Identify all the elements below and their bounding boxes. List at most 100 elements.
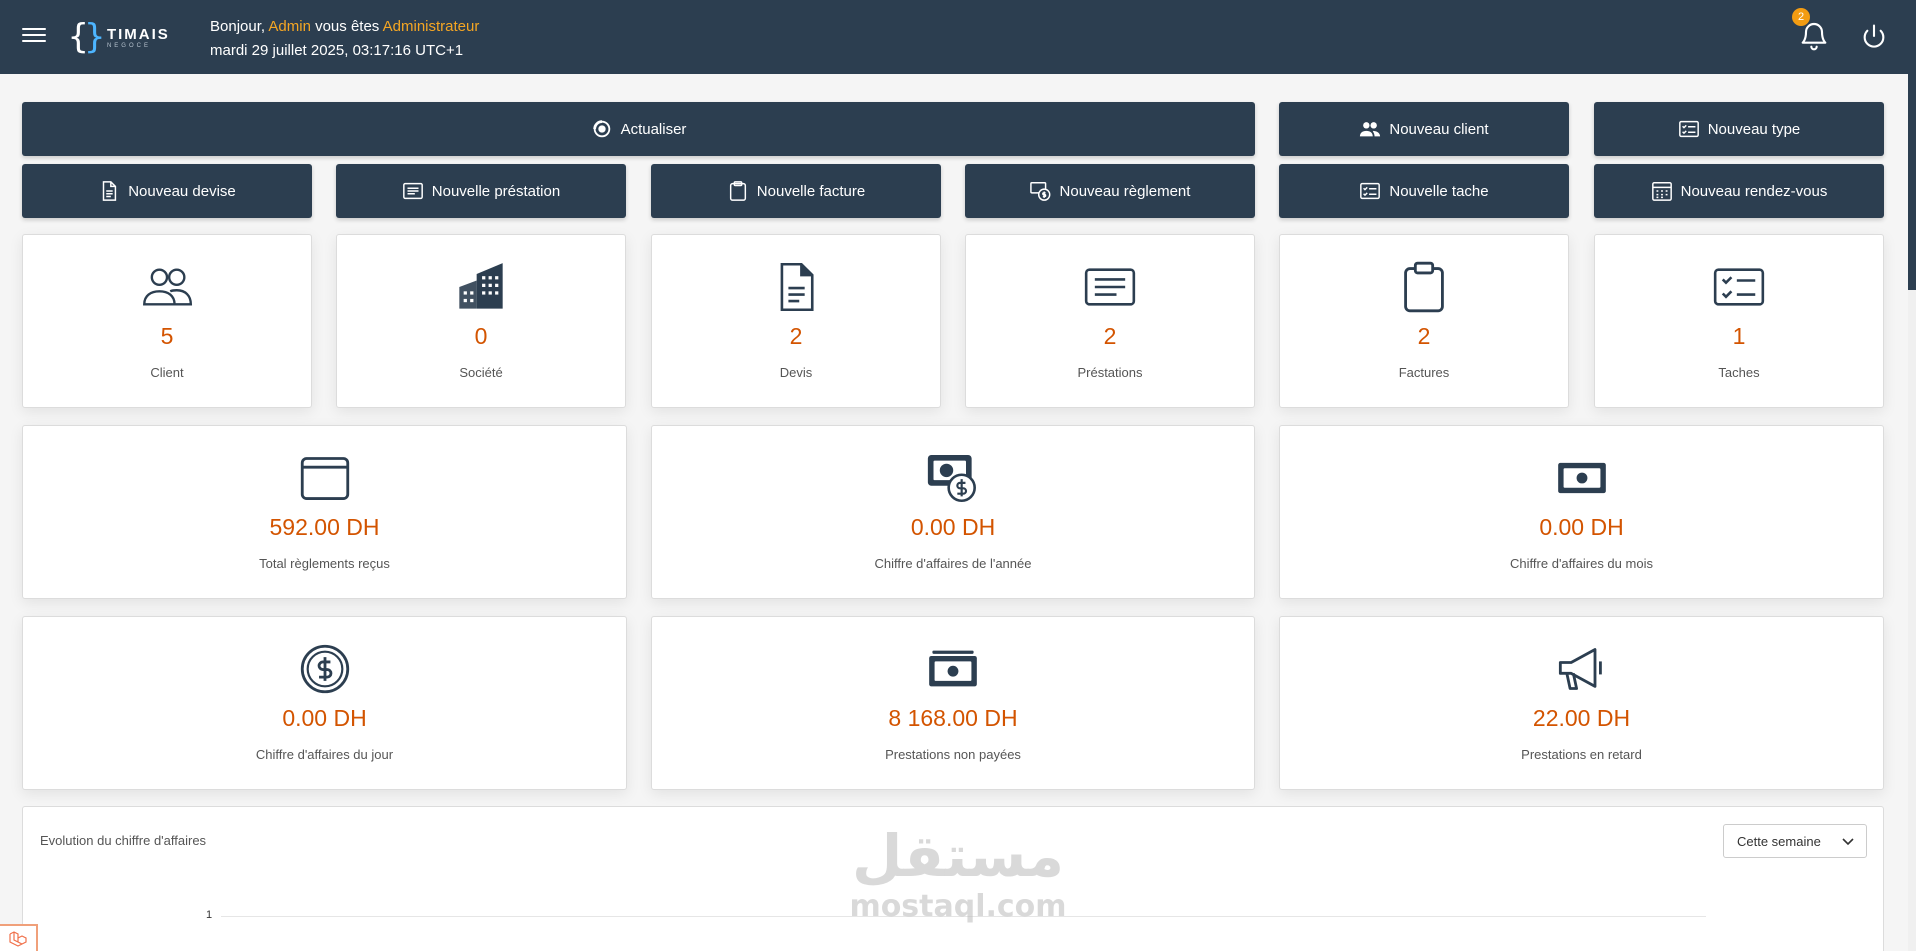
calendar-icon	[1651, 182, 1672, 201]
list-icon	[1084, 268, 1136, 306]
watermark-latin: mostaql.com	[849, 889, 1067, 924]
refresh-button[interactable]: Actualiser	[22, 102, 1255, 156]
finance-value: 0.00 DH	[910, 514, 996, 540]
watermark: مستقل mostaql.com	[842, 822, 1074, 924]
debug-bar-toggle[interactable]	[0, 924, 38, 951]
checklist-icon	[1678, 120, 1699, 138]
banknote-icon	[1557, 462, 1606, 494]
counter-value: 2	[1103, 323, 1117, 349]
chart-y-tick: 1	[206, 909, 213, 921]
counter-value: 2	[1417, 323, 1431, 349]
counter-value: 2	[789, 323, 803, 349]
counter-card-tasks[interactable]: 1 Taches	[1594, 234, 1884, 408]
finance-card-year-revenue[interactable]: 0.00 DH Chiffre d'affaires de l'année	[651, 425, 1255, 599]
checklist-icon	[1713, 268, 1765, 306]
finance-value: 0.00 DH	[1539, 514, 1624, 540]
new-type-button[interactable]: Nouveau type	[1594, 102, 1884, 156]
new-quote-label: Nouveau devise	[128, 182, 236, 200]
period-select-value: Cette semaine	[1737, 833, 1821, 849]
counter-card-invoices[interactable]: 2 Factures	[1279, 234, 1569, 408]
finance-label: Chiffre d'affaires de l'année	[874, 556, 1032, 571]
logo-sub-text: NEGOCE	[106, 42, 151, 49]
finance-value: 0.00 DH	[282, 705, 367, 731]
greeting-prefix: Bonjour,	[210, 18, 269, 35]
finance-label: Chiffre d'affaires du mois	[1510, 556, 1653, 571]
logo-main-text: TIMAIS	[106, 25, 170, 43]
top-bar: {} TIMAIS NEGOCE Bonjour, Admin vous ête…	[0, 0, 1916, 74]
users-icon	[143, 268, 193, 306]
list-icon	[402, 182, 423, 200]
finance-card-month-revenue[interactable]: 0.00 DH Chiffre d'affaires du mois	[1279, 425, 1884, 599]
counter-value: 0	[474, 323, 488, 349]
new-task-label: Nouvelle tache	[1389, 182, 1489, 200]
counter-value: 5	[160, 323, 174, 349]
finance-label: Chiffre d'affaires du jour	[255, 747, 394, 762]
finance-card-total-payments[interactable]: 592.00 DH Total règlements reçus	[22, 425, 627, 599]
clipboard-icon	[1404, 261, 1444, 313]
users-icon	[1360, 122, 1381, 137]
cash-icon	[929, 650, 977, 687]
new-appointment-button[interactable]: Nouveau rendez-vous	[1594, 164, 1884, 218]
new-service-button[interactable]: Nouvelle préstation	[336, 164, 626, 218]
counter-value: 1	[1732, 323, 1746, 349]
app-logo[interactable]: {} TIMAIS NEGOCE	[68, 14, 170, 60]
refresh-label: Actualiser	[620, 120, 687, 138]
document-icon	[102, 181, 117, 201]
user-name: Admin	[268, 18, 311, 35]
task-list-icon	[1360, 182, 1381, 200]
megaphone-icon	[1558, 648, 1602, 690]
finance-card-late-services[interactable]: 22.00 DH Prestations en retard	[1279, 616, 1884, 790]
scrollbar-thumb[interactable]	[1908, 74, 1916, 290]
new-invoice-button[interactable]: Nouvelle facture	[651, 164, 941, 218]
counter-label: Préstations	[1077, 365, 1143, 380]
laravel-icon	[9, 931, 27, 947]
new-type-label: Nouveau type	[1707, 120, 1801, 138]
new-payment-button[interactable]: Nouveau règlement	[965, 164, 1255, 218]
counter-label: Devis	[779, 365, 813, 380]
clipboard-icon	[729, 181, 746, 201]
power-icon[interactable]	[1860, 22, 1888, 50]
new-task-button[interactable]: Nouvelle tache	[1279, 164, 1569, 218]
counter-card-client[interactable]: 5 Client	[22, 234, 312, 408]
refresh-icon	[592, 120, 610, 138]
period-select[interactable]: Cette semaine	[1723, 824, 1867, 858]
document-icon	[780, 262, 814, 312]
chevron-down-icon	[1842, 838, 1854, 846]
counter-card-quotes[interactable]: 2 Devis	[651, 234, 941, 408]
new-payment-label: Nouveau règlement	[1059, 182, 1191, 200]
counter-label: Factures	[1398, 365, 1450, 380]
money-coin-icon	[1029, 182, 1050, 201]
money-coin-icon	[927, 455, 976, 503]
finance-card-day-revenue[interactable]: 0.00 DH Chiffre d'affaires du jour	[22, 616, 627, 790]
watermark-arabic: مستقل	[851, 822, 1065, 890]
new-appointment-label: Nouveau rendez-vous	[1680, 182, 1828, 200]
counter-label: Client	[150, 365, 184, 380]
building-icon	[459, 263, 503, 309]
user-role: Administrateur	[382, 18, 480, 35]
logo-brace-icon: {}	[68, 17, 105, 57]
counter-label: Taches	[1718, 365, 1760, 380]
counter-label: Société	[459, 365, 503, 380]
finance-label: Total règlements reçus	[259, 556, 390, 571]
page-scrollbar[interactable]	[1908, 74, 1916, 951]
new-quote-button[interactable]: Nouveau devise	[22, 164, 312, 218]
new-invoice-label: Nouvelle facture	[756, 182, 866, 200]
greeting: Bonjour, Admin vous êtes Administrateur …	[210, 15, 479, 63]
greeting-mid: vous êtes	[310, 18, 383, 35]
finance-label: Prestations en retard	[1521, 747, 1642, 762]
counter-card-company[interactable]: 0 Société	[336, 234, 626, 408]
finance-label: Prestations non payées	[885, 747, 1021, 762]
counter-card-services[interactable]: 2 Préstations	[965, 234, 1255, 408]
new-client-button[interactable]: Nouveau client	[1279, 102, 1569, 156]
current-datetime: mardi 29 juillet 2025, 03:17:16 UTC+1	[210, 42, 464, 59]
chart-title: Evolution du chiffre d'affaires	[40, 833, 207, 848]
hamburger-menu-icon[interactable]	[22, 24, 46, 48]
finance-value: 22.00 DH	[1532, 705, 1631, 731]
dollar-coin-icon	[300, 644, 349, 694]
wallet-icon	[300, 457, 349, 500]
finance-value: 592.00 DH	[269, 514, 380, 540]
finance-value: 8 168.00 DH	[888, 705, 1018, 731]
finance-card-unpaid-services[interactable]: 8 168.00 DH Prestations non payées	[651, 616, 1255, 790]
notification-count-badge: 2	[1792, 8, 1810, 26]
new-service-label: Nouvelle préstation	[431, 182, 561, 200]
